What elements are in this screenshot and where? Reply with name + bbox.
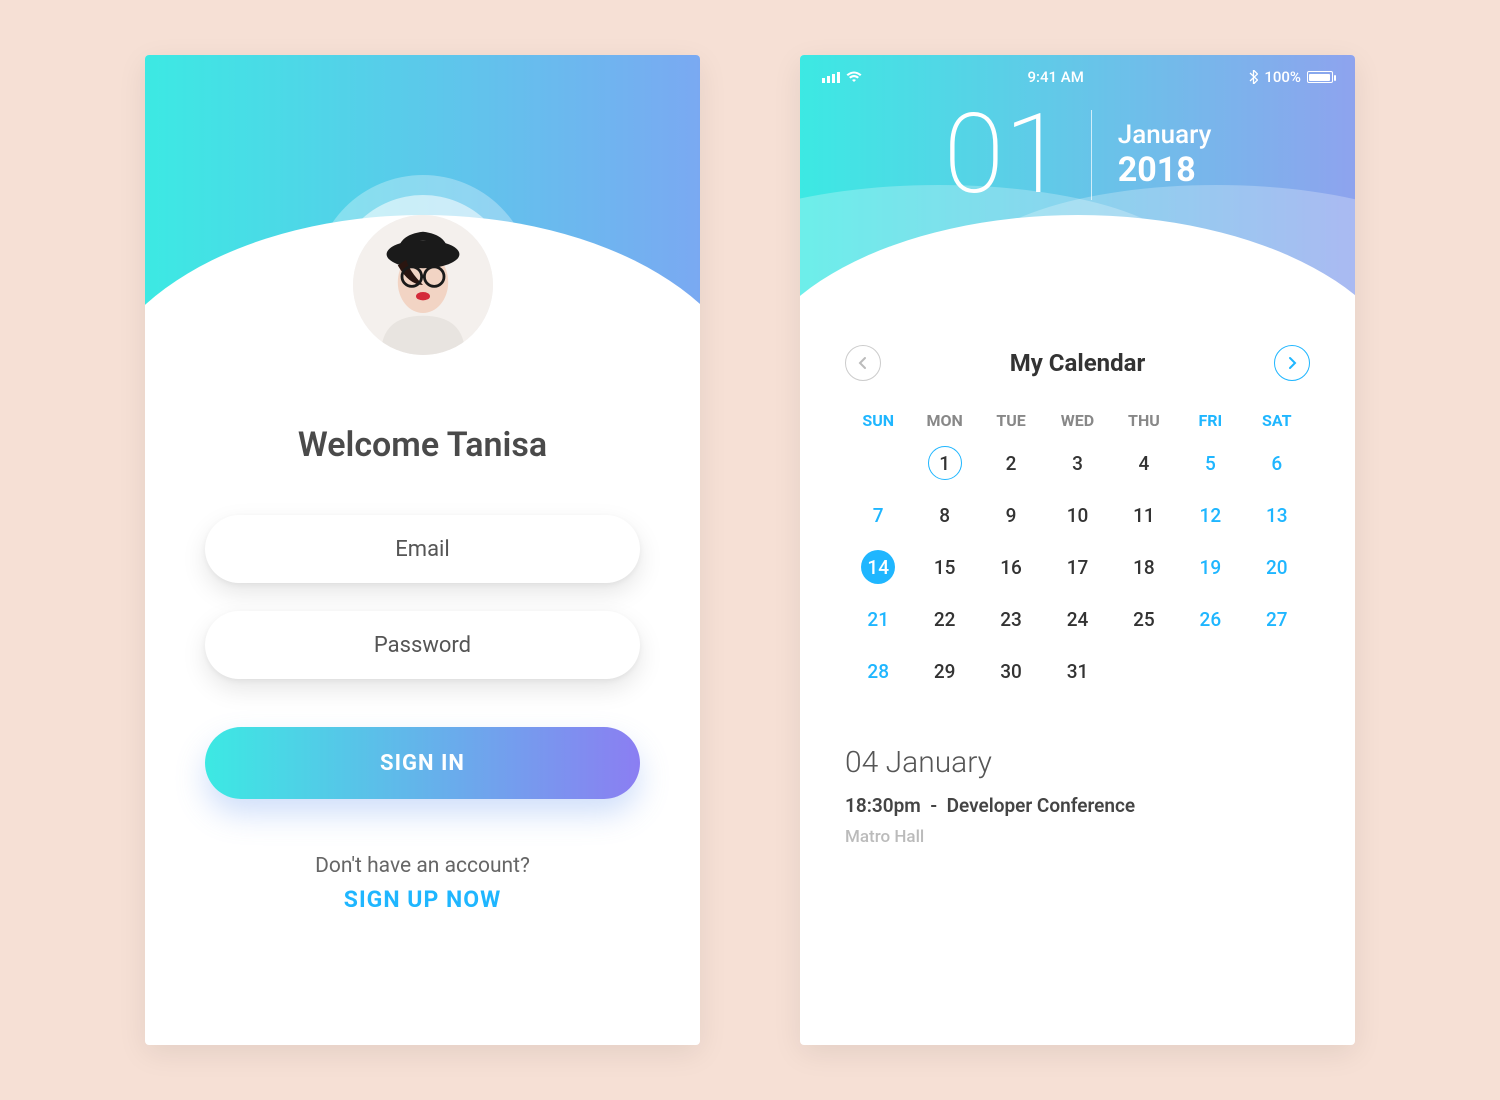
avatar-image	[353, 215, 493, 355]
header-divider	[1091, 110, 1092, 200]
avatar-ring-inner	[333, 195, 513, 375]
weekday-row: SUNMONTUEWEDTHUFRISAT	[845, 411, 1310, 430]
event-time: 18:30pm	[845, 794, 921, 817]
event-name: Developer Conference	[947, 794, 1135, 817]
header-year: 2018	[1118, 150, 1212, 190]
day-cell[interactable]: 9	[978, 496, 1044, 534]
battery-icon	[1307, 71, 1333, 83]
weekday-label: SAT	[1244, 411, 1310, 430]
event-location: Matro Hall	[845, 827, 1310, 847]
day-cell[interactable]: 5	[1177, 444, 1243, 482]
wifi-icon	[846, 71, 862, 83]
day-cell[interactable]: 23	[978, 600, 1044, 638]
day-cell[interactable]: 8	[911, 496, 977, 534]
day-cell[interactable]: 2	[978, 444, 1044, 482]
day-cell[interactable]: 17	[1044, 548, 1110, 586]
day-cell[interactable]: 25	[1111, 600, 1177, 638]
event-detail: 18:30pm - Developer Conference	[845, 794, 1310, 817]
avatar-ring-outer	[313, 175, 533, 395]
event-block: 04 January 18:30pm - Developer Conferenc…	[845, 745, 1310, 847]
battery-percent: 100%	[1264, 68, 1301, 86]
signin-button[interactable]: SIGN IN	[205, 727, 640, 799]
day-cell[interactable]: 16	[978, 548, 1044, 586]
email-field[interactable]	[205, 515, 640, 583]
day-cell[interactable]: 4	[1111, 444, 1177, 482]
weekday-label: TUE	[978, 411, 1044, 430]
day-cell[interactable]: 12	[1177, 496, 1243, 534]
password-field[interactable]	[205, 611, 640, 679]
day-cell[interactable]: 15	[911, 548, 977, 586]
event-separator: -	[930, 794, 937, 817]
calendar-screen: 9:41 AM 100% 01 January 2018 My Calendar	[800, 55, 1355, 1045]
day-cell[interactable]: 11	[1111, 496, 1177, 534]
login-screen: Welcome Tanisa SIGN IN Don't have an acc…	[145, 55, 700, 1045]
day-cell	[1111, 652, 1177, 690]
day-cell[interactable]: 31	[1044, 652, 1110, 690]
day-cell[interactable]: 1	[911, 444, 977, 482]
day-cell	[1244, 652, 1310, 690]
day-cell[interactable]: 7	[845, 496, 911, 534]
day-cell[interactable]: 29	[911, 652, 977, 690]
day-cell[interactable]: 22	[911, 600, 977, 638]
day-cell[interactable]: 13	[1244, 496, 1310, 534]
welcome-heading: Welcome Tanisa	[205, 425, 640, 465]
status-time: 9:41 AM	[1028, 68, 1084, 86]
day-cell[interactable]: 27	[1244, 600, 1310, 638]
no-account-text: Don't have an account?	[205, 854, 640, 878]
prev-month-button[interactable]	[845, 345, 881, 381]
day-cell[interactable]: 21	[845, 600, 911, 638]
weekday-label: WED	[1044, 411, 1110, 430]
day-cell[interactable]: 24	[1044, 600, 1110, 638]
day-cell[interactable]: 6	[1244, 444, 1310, 482]
day-cell[interactable]: 26	[1177, 600, 1243, 638]
day-cell[interactable]: 14	[845, 548, 911, 586]
header-month: January	[1118, 120, 1212, 150]
signal-icon	[822, 72, 840, 83]
day-cell[interactable]: 3	[1044, 444, 1110, 482]
day-cell[interactable]: 19	[1177, 548, 1243, 586]
calendar-title: My Calendar	[1010, 349, 1146, 377]
day-cell[interactable]: 30	[978, 652, 1044, 690]
day-cell[interactable]: 28	[845, 652, 911, 690]
weekday-label: SUN	[845, 411, 911, 430]
bluetooth-icon	[1249, 70, 1258, 84]
signup-link[interactable]: SIGN UP NOW	[205, 886, 640, 913]
calendar-header: 01 January 2018	[800, 55, 1355, 315]
days-grid: 1234567891011121314151617181920212223242…	[845, 444, 1310, 690]
chevron-right-icon	[1287, 356, 1297, 370]
event-date: 04 January	[845, 745, 1310, 780]
avatar[interactable]	[353, 215, 493, 355]
day-cell[interactable]: 20	[1244, 548, 1310, 586]
day-cell	[1177, 652, 1243, 690]
day-cell	[845, 444, 911, 482]
day-cell[interactable]: 10	[1044, 496, 1110, 534]
weekday-label: THU	[1111, 411, 1177, 430]
status-bar: 9:41 AM 100%	[800, 55, 1355, 85]
day-cell[interactable]: 18	[1111, 548, 1177, 586]
chevron-left-icon	[858, 356, 868, 370]
weekday-label: MON	[911, 411, 977, 430]
weekday-label: FRI	[1177, 411, 1243, 430]
next-month-button[interactable]	[1274, 345, 1310, 381]
